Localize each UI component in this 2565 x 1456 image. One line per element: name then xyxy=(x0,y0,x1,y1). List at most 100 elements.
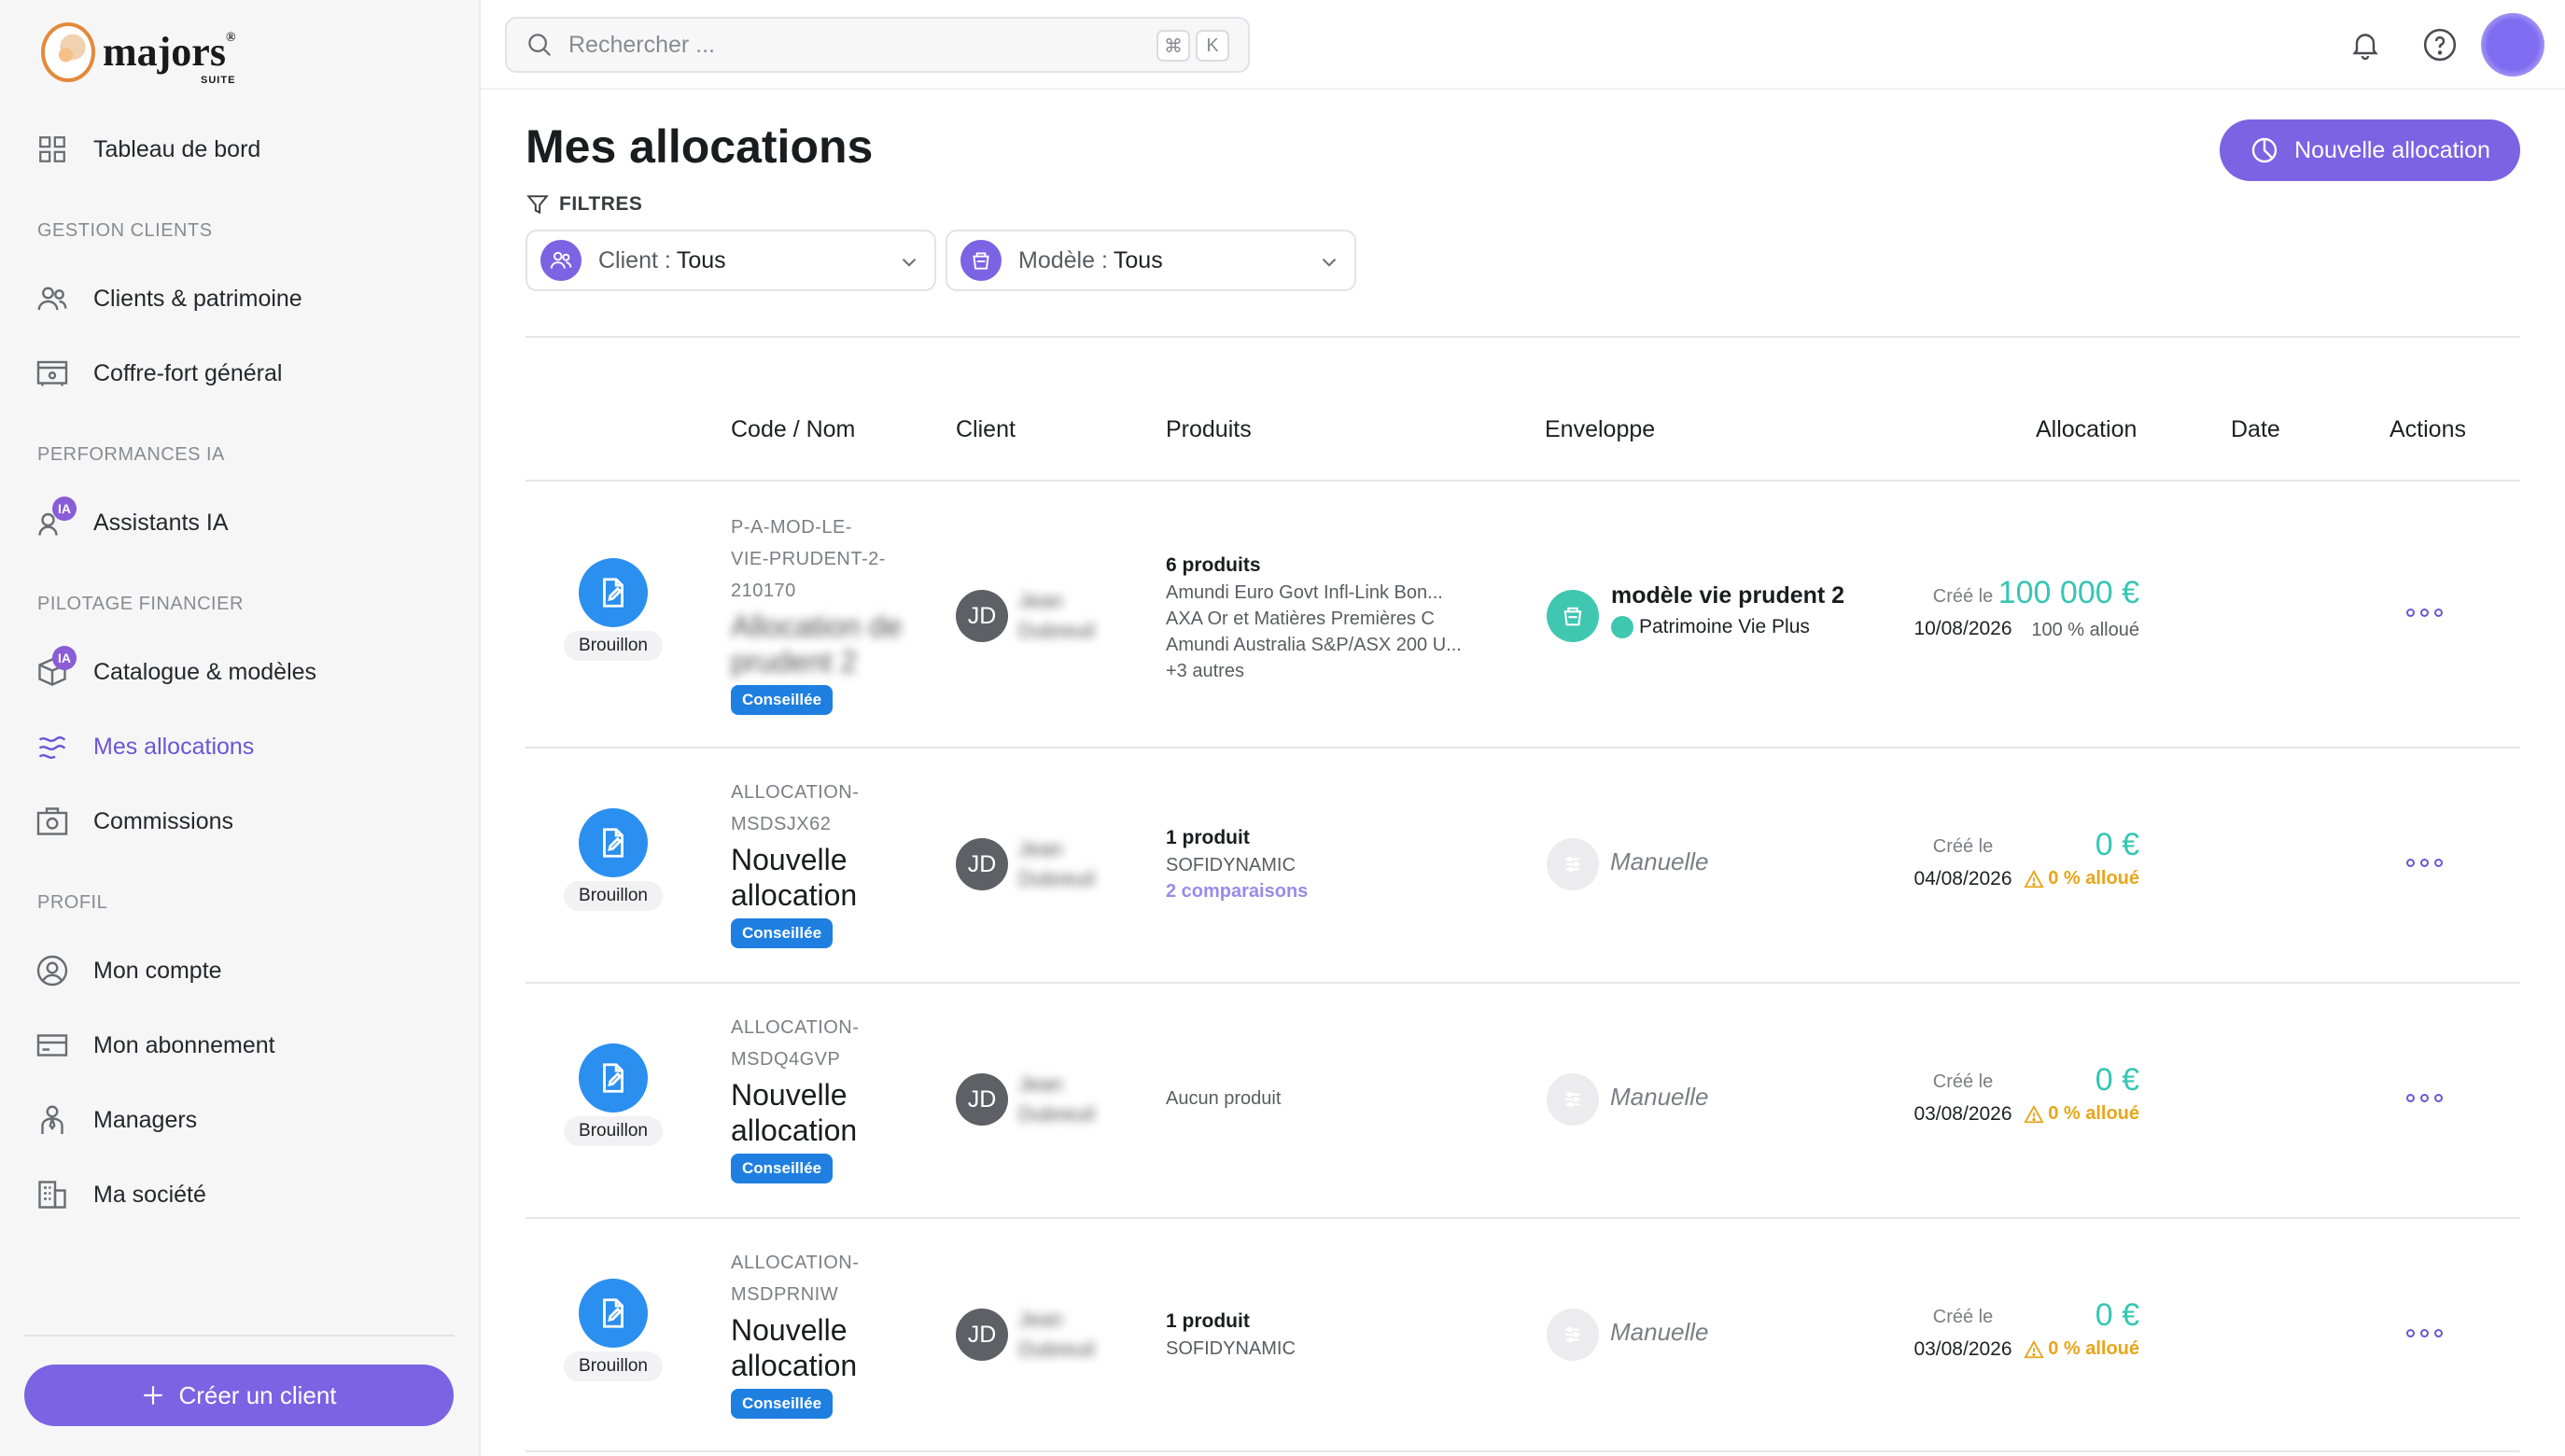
sidebar-item-label: Clients & patrimoine xyxy=(93,285,302,312)
date-value: 03/08/2026 xyxy=(1913,1338,2012,1360)
client-filter-value: Tous xyxy=(676,246,726,273)
table-row[interactable]: Brouillon ALLOCATION- MSDPRNIW Nouvelle al… xyxy=(526,1219,2520,1452)
products-count: 1 produit xyxy=(1166,1310,1250,1332)
sidebar-item-managers[interactable]: Managers xyxy=(35,1099,197,1141)
sidebar-item-label: Assistants IA xyxy=(93,509,229,536)
allocation-name[interactable]: Nouvelle allocation xyxy=(731,1077,857,1148)
header-products[interactable]: Produits xyxy=(1166,416,1252,443)
advised-badge: Conseillée xyxy=(731,685,834,715)
client-avatar[interactable]: JD xyxy=(956,1309,1008,1361)
status-badge: Brouillon xyxy=(564,1351,663,1381)
users-icon xyxy=(540,240,582,281)
status-cell: Brouillon xyxy=(563,1043,664,1146)
allocation-name[interactable]: Allocation de prudent 2 xyxy=(731,609,902,679)
product-item: SOFIDYNAMIC xyxy=(1166,1338,1296,1359)
client-name[interactable]: Jean Dubreuil xyxy=(1018,1070,1095,1129)
assistant-icon: IA xyxy=(35,497,77,539)
brand-sub: SUITE xyxy=(201,75,236,86)
model-filter-select[interactable]: Modèle : Tous xyxy=(946,230,1356,291)
envelope-name[interactable]: modèle vie prudent 2 xyxy=(1611,582,1844,609)
client-avatar[interactable]: JD xyxy=(956,1073,1008,1126)
date-value: 10/08/2026 xyxy=(1913,618,2012,639)
client-avatar[interactable]: JD xyxy=(956,838,1008,890)
products-count: 1 produit xyxy=(1166,827,1250,848)
sidebar-item-clients[interactable]: Clients & patrimoine xyxy=(35,278,302,319)
bell-icon[interactable] xyxy=(2345,24,2386,65)
sidebar-item-catalogue[interactable]: IA Catalogue & modèles xyxy=(35,646,316,693)
allocation-percent: 100 % alloué xyxy=(2031,620,2139,640)
manager-icon xyxy=(35,1103,69,1137)
new-allocation-button[interactable]: Nouvelle allocation xyxy=(2220,119,2520,181)
top-bar: Rechercher ... ⌘ K xyxy=(481,0,2565,90)
draft-edit-icon xyxy=(579,808,648,877)
header-date[interactable]: Date xyxy=(2231,416,2280,443)
section-divider xyxy=(526,336,2520,338)
page-title: Mes allocations xyxy=(526,120,874,173)
sidebar-item-label: Commissions xyxy=(93,807,234,834)
create-client-button[interactable]: Créer un client xyxy=(24,1365,454,1426)
allocation-amount: 0 € xyxy=(2095,1297,2139,1333)
sidebar-item-commissions[interactable]: Commissions xyxy=(35,801,233,842)
table-row[interactable]: Brouillon ALLOCATION- MSDSJX62 Nouvelle al… xyxy=(526,749,2520,982)
allocation-icon xyxy=(35,730,69,763)
help-icon[interactable] xyxy=(2419,24,2460,65)
products-more: +3 autres xyxy=(1166,661,1244,681)
allocation-name[interactable]: Nouvelle allocation xyxy=(731,842,857,913)
sidebar-item-label: Mes allocations xyxy=(93,733,255,760)
user-avatar[interactable] xyxy=(2481,13,2544,77)
brand-name: majors® SUITE xyxy=(103,29,236,86)
pie-chart-icon xyxy=(2251,137,2278,163)
search-input[interactable]: Rechercher ... ⌘ K xyxy=(505,17,1250,73)
sidebar-item-label: Coffre-fort général xyxy=(93,359,283,386)
header-code-name[interactable]: Code / Nom xyxy=(731,416,855,443)
date-label: Créé le xyxy=(1932,836,1994,857)
client-filter-select[interactable]: Client : Tous xyxy=(526,230,936,291)
sidebar-item-label: Ma société xyxy=(93,1181,206,1208)
ia-badge: IA xyxy=(52,646,77,670)
header-envelope[interactable]: Enveloppe xyxy=(1545,416,1655,443)
client-name[interactable]: Jean Dubreuil xyxy=(1018,586,1095,646)
sidebar-item-company[interactable]: Ma société xyxy=(35,1174,206,1215)
table-row[interactable]: Brouillon ALLOCATION- MSDQ4GVP Nouvelle al… xyxy=(526,984,2520,1217)
advised-badge: Conseillée xyxy=(731,1154,834,1183)
new-allocation-label: Nouvelle allocation xyxy=(2294,136,2490,163)
more-actions-icon[interactable] xyxy=(2406,609,2443,617)
status-badge: Brouillon xyxy=(564,1116,663,1146)
header-client[interactable]: Client xyxy=(956,416,1016,443)
more-actions-icon[interactable] xyxy=(2406,1094,2443,1102)
advised-badge: Conseillée xyxy=(731,1389,834,1419)
sidebar-item-dashboard[interactable]: Tableau de bord xyxy=(35,129,260,170)
client-avatar[interactable]: JD xyxy=(956,590,1008,642)
date-value: 03/08/2026 xyxy=(1913,1103,2012,1125)
draft-edit-icon xyxy=(579,1279,648,1348)
product-item: Amundi Australia S&P/ASX 200 U... xyxy=(1166,635,1462,655)
client-name[interactable]: Jean Dubreuil xyxy=(1018,1305,1095,1365)
sidebar-item-label: Mon abonnement xyxy=(93,1031,275,1058)
status-cell: Brouillon xyxy=(563,1279,664,1381)
insurer-icon xyxy=(1611,616,1633,638)
date-label: Créé le xyxy=(1932,1071,1994,1092)
more-actions-icon[interactable] xyxy=(2406,1329,2443,1337)
envelope-manual: Manuelle xyxy=(1610,1083,1709,1111)
status-cell: Brouillon xyxy=(563,808,664,911)
sidebar-item-vault[interactable]: Coffre-fort général xyxy=(35,353,282,394)
sidebar-item-assistants[interactable]: IA Assistants IA xyxy=(35,497,229,543)
header-allocation[interactable]: Allocation xyxy=(2036,416,2137,443)
search-icon xyxy=(528,34,552,57)
date-value: 04/08/2026 xyxy=(1913,868,2012,889)
sidebar-item-subscription[interactable]: Mon abonnement xyxy=(35,1025,275,1066)
sidebar-item-account[interactable]: Mon compte xyxy=(35,950,222,991)
table-row[interactable]: Brouillon P-A-MOD-LE- VIE-PRUDENT-2- 21017… xyxy=(526,482,2520,747)
section-title-perf: PERFORMANCES IA xyxy=(37,444,225,465)
allocation-amount: 0 € xyxy=(2095,1062,2139,1098)
client-name[interactable]: Jean Dubreuil xyxy=(1018,834,1095,894)
allocation-name[interactable]: Nouvelle allocation xyxy=(731,1312,857,1383)
more-actions-icon[interactable] xyxy=(2406,859,2443,867)
sidebar-item-allocations[interactable]: Mes allocations xyxy=(35,726,254,767)
manual-envelope-icon xyxy=(1547,1073,1599,1126)
safe-icon xyxy=(35,357,69,390)
sidebar-divider xyxy=(24,1335,455,1337)
brand-logo[interactable]: majors® SUITE xyxy=(41,22,236,86)
row-divider xyxy=(526,1450,2520,1452)
comparisons-link[interactable]: 2 comparaisons xyxy=(1166,881,1308,903)
